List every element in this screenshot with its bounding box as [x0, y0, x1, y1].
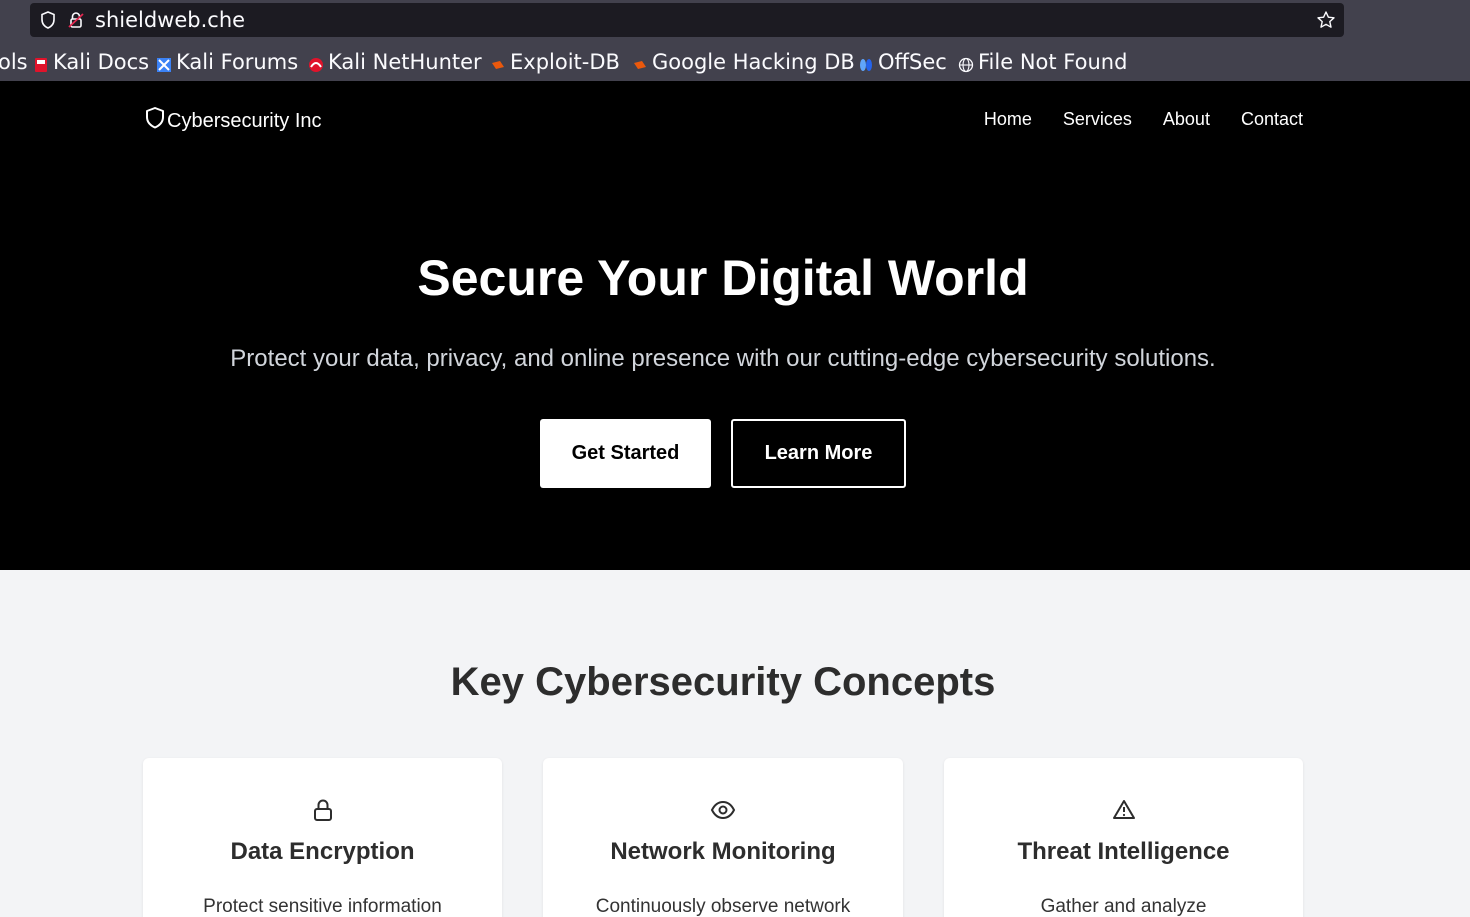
ghdb-icon — [632, 54, 648, 70]
insecure-lock-icon[interactable] — [68, 3, 84, 37]
section-title: Key Cybersecurity Concepts — [450, 660, 996, 704]
shield-icon — [145, 106, 167, 136]
get-started-button[interactable]: Get Started — [540, 419, 711, 488]
offsec-icon — [858, 54, 874, 71]
nav-services[interactable]: Services — [1063, 109, 1132, 130]
bookmarks-toolbar: ols Kali Docs Kali Forums Kali NetHunter… — [0, 44, 1470, 80]
learn-more-button[interactable]: Learn More — [731, 419, 906, 488]
card-description: Continuously observe network — [595, 896, 851, 917]
kali-docs-icon — [33, 54, 49, 72]
bookmark-label: ols — [0, 50, 28, 74]
card-description: Gather and analyze — [1040, 896, 1207, 917]
hero-subtitle: Protect your data, privacy, and online p… — [230, 345, 1216, 372]
bookmark-item[interactable]: ols — [0, 44, 28, 80]
bookmark-google-hacking-db[interactable]: Google Hacking DB — [632, 44, 855, 80]
bookmark-label: Google Hacking DB — [652, 50, 855, 74]
lock-icon — [143, 798, 502, 822]
concept-card: Network Monitoring Continuously observe … — [543, 758, 903, 917]
exploit-db-icon — [490, 54, 506, 70]
hero-section: Cybersecurity Inc Home Services About Co… — [0, 81, 1470, 570]
bookmark-star-icon[interactable] — [1316, 3, 1336, 37]
bookmark-label: Kali Forums — [176, 50, 299, 74]
bookmark-exploit-db[interactable]: Exploit-DB — [490, 44, 620, 80]
bookmark-label: Kali Docs — [53, 50, 150, 74]
bookmark-offsec[interactable]: OffSec — [858, 44, 947, 80]
bookmark-label: File Not Found — [978, 50, 1128, 74]
concept-card: Data Encryption Protect sensitive inform… — [143, 758, 502, 917]
main-nav: Home Services About Contact — [984, 109, 1303, 130]
globe-icon — [958, 54, 974, 73]
card-title: Data Encryption — [230, 838, 415, 865]
card-description: Protect sensitive information — [203, 896, 442, 917]
kali-nethunter-icon — [308, 54, 324, 72]
browser-chrome: shieldweb.che ols Kali Docs Kali Forums … — [0, 0, 1470, 81]
nav-home[interactable]: Home — [984, 109, 1032, 130]
url-text[interactable]: shieldweb.che — [95, 3, 245, 37]
card-title: Threat Intelligence — [1017, 838, 1230, 865]
brand-logo[interactable]: Cybersecurity Inc — [145, 106, 322, 136]
bookmark-kali-nethunter[interactable]: Kali NetHunter — [308, 44, 482, 80]
nav-about[interactable]: About — [1163, 109, 1210, 130]
concept-card: Threat Intelligence Gather and analyze — [944, 758, 1303, 917]
eye-icon — [543, 798, 903, 822]
url-bar[interactable]: shieldweb.che — [30, 3, 1344, 37]
bookmark-label: Kali NetHunter — [328, 50, 482, 74]
bookmark-label: Exploit-DB — [510, 50, 620, 74]
bookmark-label: OffSec — [878, 50, 947, 74]
shield-icon[interactable] — [40, 3, 56, 37]
hero-title: Secure Your Digital World — [417, 250, 1029, 306]
brand-name: Cybersecurity Inc — [167, 109, 322, 132]
bookmark-kali-forums[interactable]: Kali Forums — [156, 44, 298, 80]
nav-contact[interactable]: Contact — [1241, 109, 1303, 130]
card-title: Network Monitoring — [610, 838, 836, 865]
bookmark-kali-docs[interactable]: Kali Docs — [33, 44, 149, 80]
alert-triangle-icon — [944, 798, 1303, 822]
kali-forums-icon — [156, 54, 172, 72]
bookmark-file-not-found[interactable]: File Not Found — [958, 44, 1127, 80]
